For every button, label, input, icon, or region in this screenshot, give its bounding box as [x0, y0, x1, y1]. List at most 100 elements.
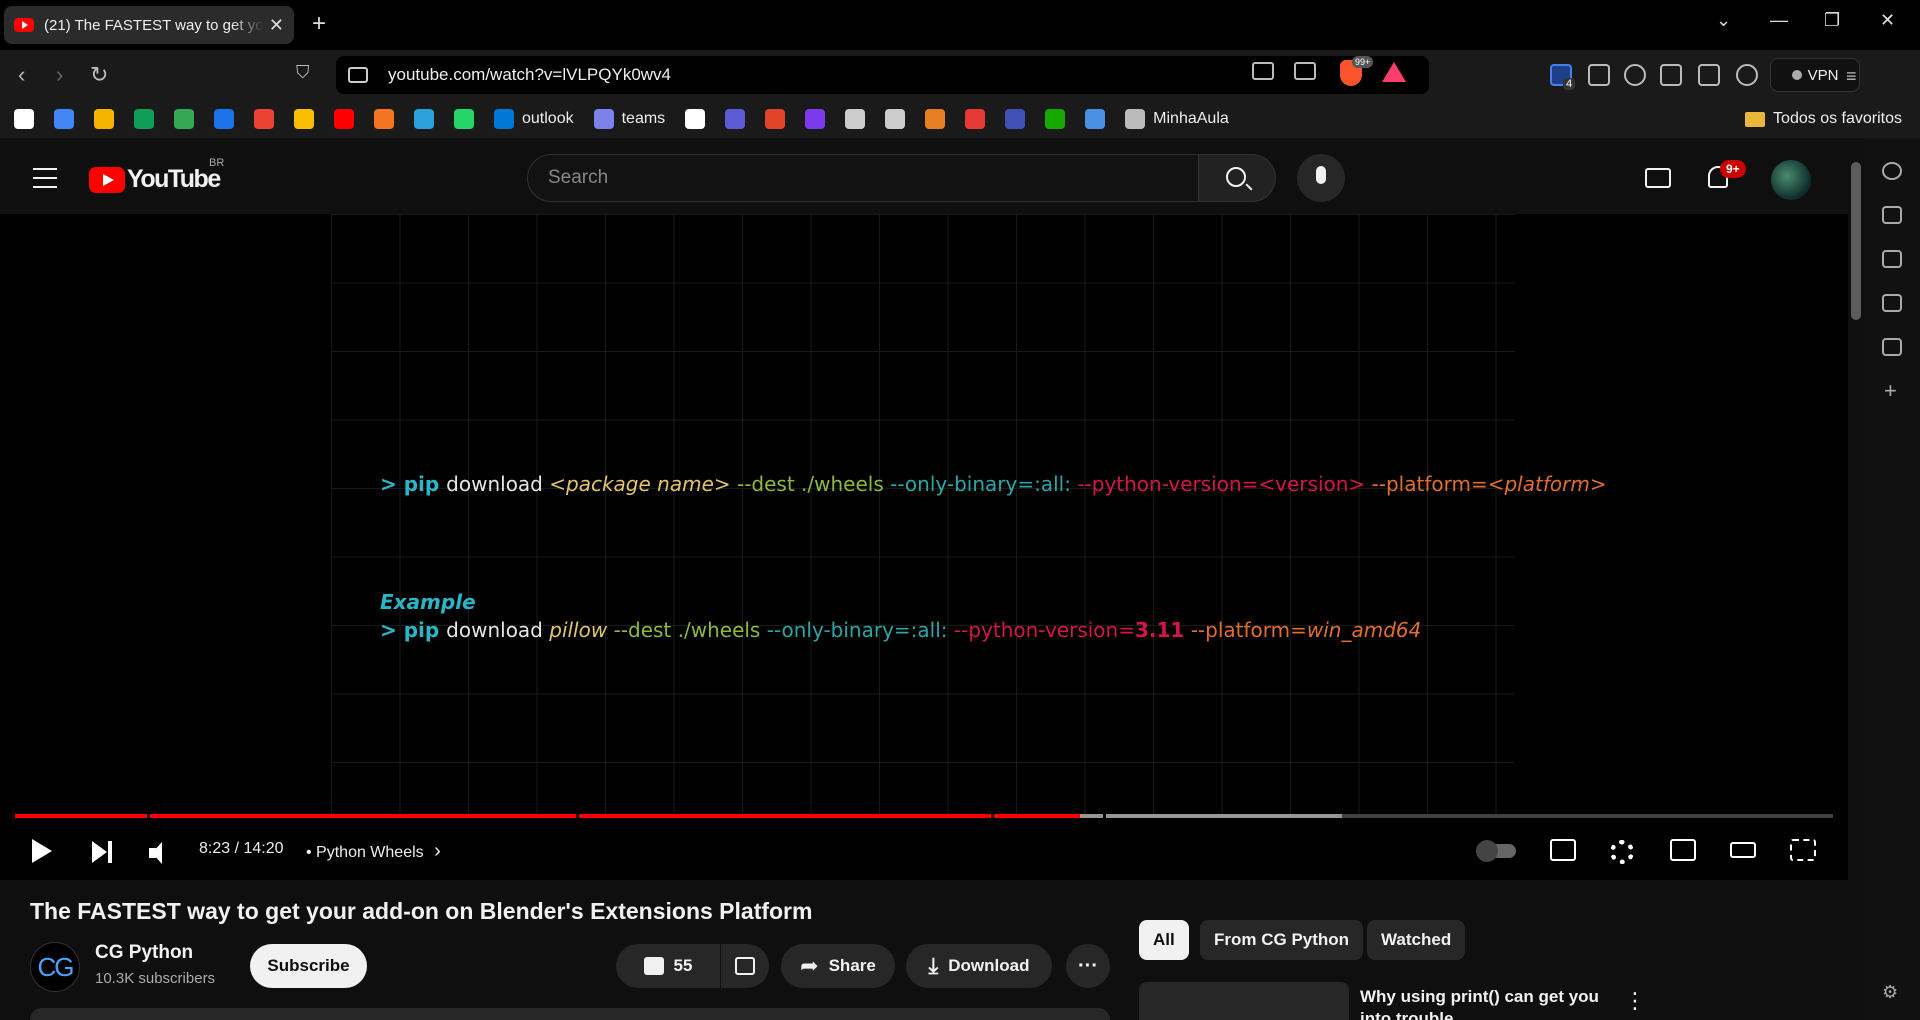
page-scrollbar[interactable]	[1848, 138, 1864, 1020]
bookmark-extra-0-icon[interactable]	[685, 109, 706, 129]
media-sidebar-icon[interactable]	[1882, 206, 1902, 224]
close-window-icon[interactable]: ✕	[1880, 10, 1895, 31]
bookmark-calendar-icon[interactable]	[214, 109, 234, 129]
bookmark-gmail-icon[interactable]	[254, 109, 274, 129]
dislike-button[interactable]	[721, 944, 769, 988]
bookmark-drive-icon[interactable]	[174, 109, 194, 129]
tab-search-icon[interactable]: ⌄	[1716, 10, 1731, 31]
bookmark-sheets-icon[interactable]	[134, 109, 154, 129]
reading-list-icon[interactable]	[1882, 338, 1902, 356]
minimize-icon[interactable]: —	[1770, 10, 1788, 31]
theater-mode-icon[interactable]	[1730, 842, 1756, 858]
subscribe-button[interactable]: Subscribe	[250, 944, 367, 988]
bookmark-youtube-icon[interactable]	[334, 109, 354, 129]
bookmark-extra-7-icon[interactable]	[965, 109, 986, 129]
tab-title: (21) The FASTEST way to get your add-on …	[44, 16, 264, 34]
bookmark-extra-4-icon[interactable]	[845, 109, 866, 129]
forward-icon[interactable]: ›	[56, 62, 63, 88]
site-info-icon[interactable]	[348, 67, 368, 83]
new-tab-icon[interactable]: +	[312, 10, 326, 38]
bookmark-extra-1-icon[interactable]	[725, 109, 746, 129]
bookmark-whatsapp-icon[interactable]	[454, 109, 474, 129]
account-avatar[interactable]	[1771, 160, 1811, 200]
bookmark-photos-icon[interactable]	[294, 109, 314, 129]
bookmark-telegram-icon[interactable]	[414, 109, 434, 129]
wallet-icon[interactable]	[1698, 64, 1720, 86]
captions-icon[interactable]	[1550, 839, 1576, 861]
bookmark-teams-icon[interactable]	[593, 109, 614, 129]
all-bookmarks[interactable]: Todos os favoritos	[1745, 110, 1902, 128]
back-icon[interactable]: ‹	[18, 62, 25, 88]
guide-menu-icon[interactable]	[33, 168, 57, 195]
puzzle-icon[interactable]	[1588, 64, 1610, 86]
music-icon[interactable]	[1624, 64, 1646, 86]
description-box[interactable]	[30, 1008, 1110, 1020]
rewards-icon[interactable]	[1382, 62, 1406, 82]
miniplayer-icon[interactable]	[1670, 839, 1696, 861]
next-video-icon[interactable]	[92, 841, 114, 863]
bookmark-extra-3-icon[interactable]	[805, 109, 826, 129]
download-button[interactable]: ⤓ Download	[906, 944, 1052, 988]
scroll-thumb[interactable]	[1851, 162, 1861, 320]
chip-all[interactable]: All	[1139, 920, 1189, 960]
bookmark-extra-9-icon[interactable]	[1045, 109, 1066, 129]
code-token: --only-binary=:all:	[766, 618, 954, 642]
more-actions-button[interactable]: ···	[1066, 944, 1110, 988]
youtube-logo[interactable]: YouTube BR	[89, 157, 224, 194]
browser-tab[interactable]: (21) The FASTEST way to get your add-on …	[4, 6, 294, 44]
bookmark-outlook-icon[interactable]	[494, 109, 514, 129]
wallet-sidebar-icon[interactable]	[1882, 250, 1902, 268]
bookmark-crunchy-icon[interactable]	[374, 109, 394, 129]
chip-from-channel[interactable]: From CG Python	[1200, 920, 1364, 960]
bookmark-google-icon[interactable]	[14, 109, 34, 129]
related-video-title[interactable]: Why using print() can get you into troub…	[1360, 986, 1600, 1020]
code-token: --dest ./wheels	[607, 618, 767, 642]
bookmark-teams-label[interactable]: teams	[622, 110, 666, 128]
fullscreen-icon[interactable]	[1790, 839, 1816, 861]
sidebar-settings-icon[interactable]: ⚙	[1882, 982, 1898, 1003]
voice-search-button[interactable]	[1297, 154, 1345, 202]
share-icon[interactable]	[1294, 62, 1316, 80]
bookmark-extra-5-icon[interactable]	[885, 109, 906, 129]
related-menu-icon[interactable]: ⋮	[1624, 988, 1646, 1014]
bookmark-minhaaula-icon[interactable]	[1125, 109, 1146, 129]
progress-bar[interactable]	[15, 814, 1848, 818]
autoplay-toggle[interactable]	[1476, 840, 1516, 862]
chip-watched[interactable]: Watched	[1367, 920, 1466, 960]
bookmark-docs-icon[interactable]	[54, 109, 74, 129]
youtube-logo-icon	[89, 166, 125, 193]
cast-icon[interactable]	[1252, 62, 1274, 80]
related-video-thumbnail[interactable]	[1139, 982, 1349, 1020]
settings-gear-icon[interactable]	[1610, 840, 1634, 864]
code-token: > pip	[380, 472, 447, 496]
chapter-button[interactable]: • Python Wheels ›	[306, 840, 441, 863]
restore-icon[interactable]: ❐	[1824, 10, 1840, 31]
add-sidebar-item-icon[interactable]: +	[1884, 378, 1897, 404]
url-text[interactable]: youtube.com/watch?v=lVLPQYk0wv4	[388, 65, 671, 85]
close-tab-icon[interactable]: ✕	[269, 15, 284, 36]
leo-ai-icon[interactable]	[1736, 64, 1758, 86]
bookmark-extra-10-icon[interactable]	[1085, 109, 1106, 129]
bookmark-outlook-label[interactable]: outlook	[522, 110, 574, 128]
like-button[interactable]: 55	[616, 944, 720, 988]
video-player[interactable]: > pip download <package name> --dest ./w…	[0, 214, 1848, 880]
bookmark-slides-icon[interactable]	[94, 109, 114, 129]
bookmark-extra-2-icon[interactable]	[765, 109, 786, 129]
search-button[interactable]	[1198, 154, 1276, 202]
channel-name[interactable]: CG Python	[95, 942, 193, 964]
bookmark-extra-6-icon[interactable]	[925, 109, 946, 129]
bookmark-icon[interactable]: ⛉	[296, 62, 310, 83]
sidebar-toggle-icon[interactable]	[1660, 64, 1682, 86]
search-input[interactable]: Search	[527, 154, 1199, 202]
play-icon[interactable]	[32, 839, 52, 863]
channel-avatar[interactable]: CG	[30, 942, 80, 992]
bookmark-minhaaula-label[interactable]: MinhaAula	[1153, 110, 1229, 128]
reload-icon[interactable]: ↻	[90, 62, 108, 88]
menu-icon[interactable]: ≡	[1846, 66, 1868, 88]
bookmark-extra-8-icon[interactable]	[1005, 109, 1026, 129]
bookmarks-sidebar-icon[interactable]	[1882, 294, 1902, 312]
volume-icon[interactable]	[149, 842, 173, 864]
leo-sidebar-icon[interactable]	[1882, 162, 1902, 180]
share-button[interactable]: ➦ Share	[781, 944, 895, 988]
create-video-icon[interactable]	[1645, 168, 1671, 188]
